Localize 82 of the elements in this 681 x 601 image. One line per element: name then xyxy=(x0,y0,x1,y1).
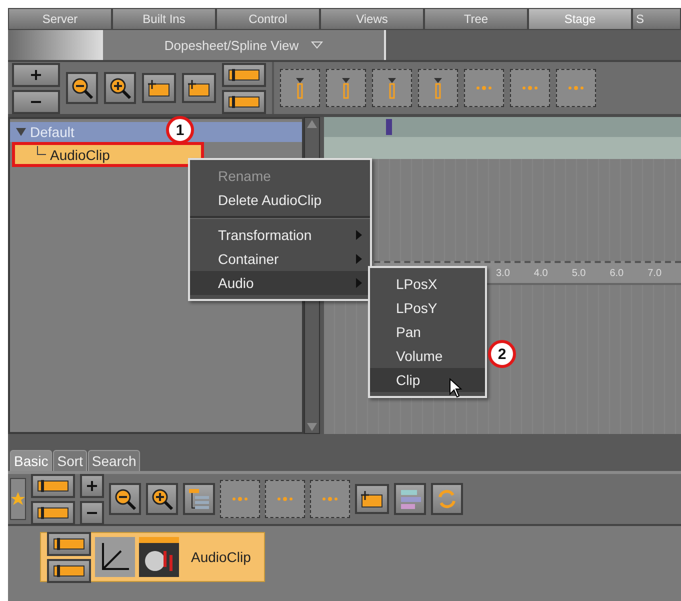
submenu-arrow-icon xyxy=(356,278,362,288)
axis-icon xyxy=(95,537,135,577)
key-tag-icon xyxy=(186,77,212,99)
keyframe-dots-button[interactable] xyxy=(464,69,504,107)
bars-icon xyxy=(398,487,422,511)
tab[interactable]: Search xyxy=(88,450,140,471)
track-bar-icon xyxy=(228,94,260,108)
zoom-out-button[interactable] xyxy=(109,483,141,515)
zoom-out-button[interactable] xyxy=(66,72,98,104)
mouse-pointer-icon xyxy=(449,378,463,398)
favorite-button[interactable] xyxy=(10,478,26,520)
keyframe-button[interactable] xyxy=(355,484,389,514)
tab[interactable]: Server xyxy=(8,8,112,30)
ruler-label: 7.0 xyxy=(648,268,662,278)
track-bar-icon xyxy=(228,68,260,82)
zoom-in-icon xyxy=(150,487,174,511)
scroll-down-icon xyxy=(305,421,319,433)
zoom-out-icon xyxy=(70,76,94,100)
item-label: AudioClip xyxy=(191,549,251,565)
tab[interactable]: Stage xyxy=(528,8,632,30)
plus-icon xyxy=(86,480,98,492)
refresh-button[interactable] xyxy=(431,483,463,515)
keyframe-dots-icon xyxy=(277,496,293,502)
menu-item[interactable]: LPosX xyxy=(370,272,485,296)
menu-item[interactable]: Transformation xyxy=(190,223,370,247)
minus-button[interactable] xyxy=(80,500,104,524)
tab[interactable]: Tree xyxy=(424,8,528,30)
ruler-label: 6.0 xyxy=(610,268,624,278)
plus-icon xyxy=(30,68,42,80)
track-button[interactable] xyxy=(222,62,266,86)
tab[interactable]: Views xyxy=(320,8,424,30)
keyframe-dots-icon xyxy=(232,496,248,502)
expanded-triangle-icon[interactable] xyxy=(16,127,26,137)
keyframe-dots-icon xyxy=(522,85,538,91)
tab[interactable]: Control xyxy=(216,8,320,30)
dropdown-caret-icon xyxy=(310,41,323,49)
minus-button[interactable] xyxy=(12,90,60,114)
tree-item[interactable]: AudioClip xyxy=(12,142,204,167)
menu-item[interactable]: LPosY xyxy=(370,296,485,320)
keyframe-button[interactable] xyxy=(182,73,216,103)
menu-item[interactable]: Audio xyxy=(190,271,370,295)
star-icon xyxy=(11,492,25,506)
key-tag-icon xyxy=(359,488,385,510)
menu-item[interactable]: Volume xyxy=(370,344,485,368)
menu-item[interactable]: Clip xyxy=(370,368,485,392)
ruler-label: 5.0 xyxy=(572,268,586,278)
keyframe-dots-icon xyxy=(476,85,492,91)
keyframe-dots-icon xyxy=(568,85,584,91)
zoom-out-icon xyxy=(113,487,137,511)
view-dropdown[interactable]: Dopesheet/Spline View xyxy=(103,30,386,60)
menu-item[interactable]: Pan xyxy=(370,320,485,344)
track-bar-icon xyxy=(53,564,85,578)
menu-item[interactable]: Container xyxy=(190,247,370,271)
key-tag-icon xyxy=(146,77,172,99)
keyframe-button[interactable] xyxy=(142,73,176,103)
track-bar-icon xyxy=(37,506,69,520)
align-button[interactable] xyxy=(394,483,426,515)
ruler-label: 4.0 xyxy=(534,268,548,278)
tab[interactable]: Sort xyxy=(53,450,87,471)
playhead-marker[interactable] xyxy=(386,119,392,135)
audio-ear-icon xyxy=(139,537,179,577)
submenu-arrow-icon xyxy=(356,254,362,264)
hierarchy-icon xyxy=(187,487,211,511)
keyframe-dots-icon xyxy=(322,496,338,502)
ruler-label: 3.0 xyxy=(496,268,510,278)
keyframe-dots-button[interactable] xyxy=(556,69,596,107)
track-bar-icon xyxy=(53,536,85,550)
menu-item[interactable]: Delete AudioClip xyxy=(190,188,370,212)
clip-item[interactable]: AudioClip xyxy=(40,532,265,582)
zoom-in-button[interactable] xyxy=(104,72,136,104)
track-button[interactable] xyxy=(222,90,266,114)
keyframe-dots-button[interactable] xyxy=(510,69,550,107)
scroll-up-icon xyxy=(305,118,319,130)
plus-button[interactable] xyxy=(80,474,104,498)
submenu-arrow-icon xyxy=(356,230,362,240)
plus-button[interactable] xyxy=(12,62,60,86)
zoom-in-icon xyxy=(108,76,132,100)
zoom-in-button[interactable] xyxy=(146,483,178,515)
track-bar-icon xyxy=(37,478,69,492)
tab[interactable]: Basic xyxy=(10,450,52,471)
tab[interactable]: Built Ins xyxy=(112,8,216,30)
tab[interactable]: S xyxy=(632,8,681,30)
